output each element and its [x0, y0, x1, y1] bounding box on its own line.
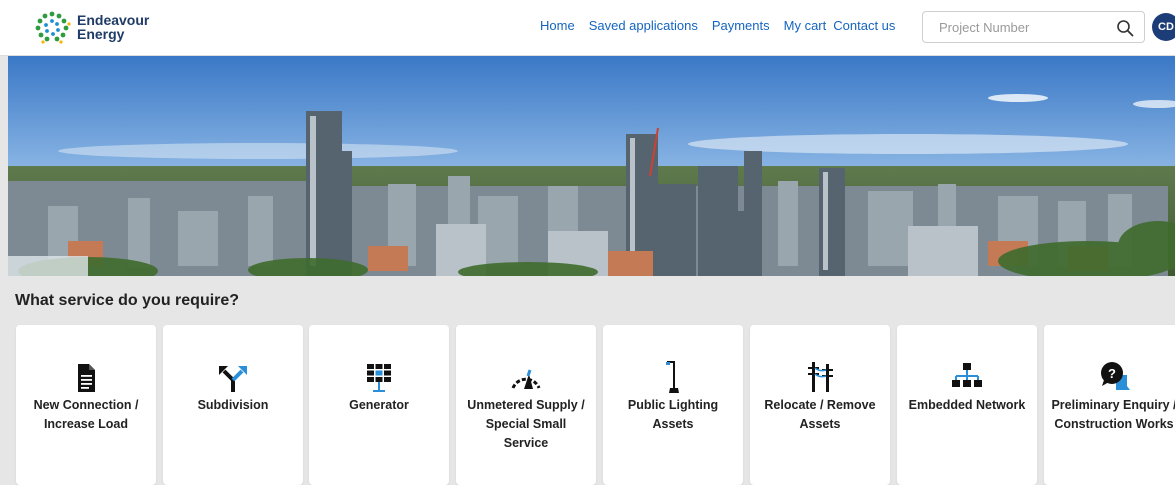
service-card-new-connection[interactable]: New Connection / Increase Load	[16, 325, 156, 485]
service-card-label: Public Lighting Assets	[627, 398, 719, 431]
service-card-relocate-remove[interactable]: Relocate / Remove Assets	[750, 325, 890, 485]
solar-panel-icon	[367, 364, 391, 392]
project-number-input[interactable]	[923, 12, 1119, 42]
power-pole-icon	[808, 362, 833, 392]
nav-contact-us-link[interactable]: Contact us	[833, 18, 895, 33]
skyline-illustration	[8, 56, 1175, 276]
nav-saved-applications-link[interactable]: Saved applications	[589, 18, 698, 33]
nav-my-cart-link[interactable]: My cart	[784, 18, 827, 33]
network-hierarchy-icon	[952, 363, 982, 387]
split-arrow-icon	[219, 366, 247, 392]
logo-text: Endeavour Energy	[77, 13, 149, 41]
service-card-public-lighting[interactable]: Public Lighting Assets	[603, 325, 743, 485]
user-avatar[interactable]: CD	[1152, 13, 1175, 41]
main-nav: Home Saved applications Payments My cart…	[540, 18, 895, 33]
nav-payments-link[interactable]: Payments	[712, 18, 770, 33]
search-icon[interactable]	[1116, 19, 1134, 37]
street-light-icon	[666, 361, 679, 393]
svg-text:?: ?	[1108, 366, 1116, 381]
question-chat-icon: ?	[1101, 362, 1130, 390]
document-icon	[78, 364, 95, 392]
service-card-embedded-network[interactable]: Embedded Network	[897, 325, 1037, 485]
top-navbar: Endeavour Energy Home Saved applications…	[0, 0, 1175, 56]
project-search	[922, 11, 1145, 43]
service-card-subdivision[interactable]: Subdivision	[163, 325, 303, 485]
logo-line-1: Endeavour	[77, 12, 150, 28]
service-card-unmetered-supply[interactable]: Unmetered Supply / Special Small Service	[456, 325, 596, 485]
service-card-label: Generator	[349, 398, 409, 412]
service-card-label: Subdivision	[197, 398, 269, 412]
gauge-icon	[511, 369, 541, 389]
service-card-preliminary-enquiry[interactable]: ? Preliminary Enquiry / Construction Wor…	[1044, 325, 1175, 485]
service-card-label: New Connection / Increase Load	[33, 398, 139, 431]
logo-line-2: Energy	[77, 26, 125, 42]
section-title: What service do you require?	[15, 292, 240, 309]
service-card-label: Unmetered Supply / Special Small Service	[467, 398, 585, 450]
service-card-label: Preliminary Enquiry / Construction Works	[1051, 398, 1175, 431]
hero-city-skyline-image	[8, 56, 1175, 276]
logo-dots-icon	[35, 11, 71, 44]
endeavour-energy-logo[interactable]: Endeavour Energy	[31, 10, 149, 44]
service-card-label: Relocate / Remove Assets	[764, 398, 876, 431]
service-card-label: Embedded Network	[908, 398, 1026, 412]
service-card-generator[interactable]: Generator	[309, 325, 449, 485]
nav-home-link[interactable]: Home	[540, 18, 575, 33]
